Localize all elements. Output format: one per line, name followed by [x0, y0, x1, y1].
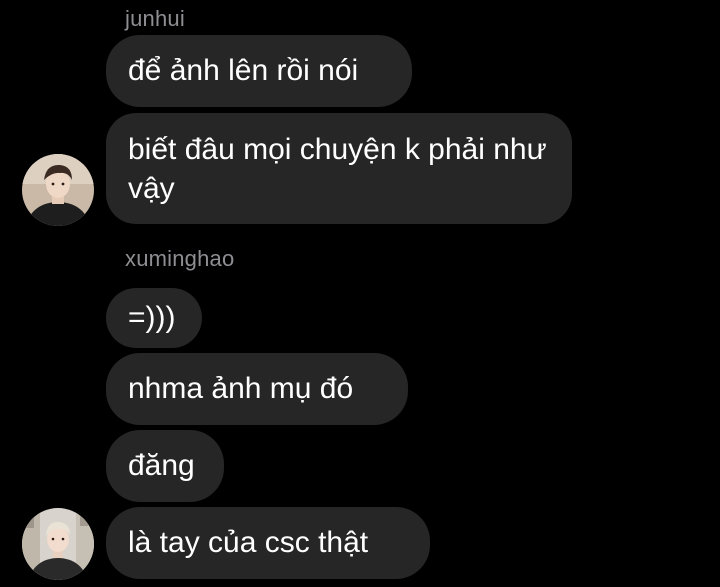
message-text: =))) [128, 301, 176, 334]
profile-photo-icon [22, 154, 94, 226]
message-bubble[interactable]: đăng [106, 430, 224, 502]
message-bubble[interactable]: biết đâu mọi chuyện k phải như vậy [106, 113, 572, 224]
message-bubble[interactable]: là tay của csc thật [106, 507, 430, 579]
chat-thread: junhui để ảnh lên rồi nói biết đâu mọi c… [0, 0, 720, 587]
message-text: nhma ảnh mụ đó [128, 372, 354, 405]
message-bubble[interactable]: nhma ảnh mụ đó [106, 353, 408, 425]
message-text: đăng [128, 449, 195, 482]
avatar-junhui[interactable] [22, 154, 94, 226]
message-bubble[interactable]: =))) [106, 288, 202, 348]
message-text: biết đâu mọi chuyện k phải như vậy [128, 133, 547, 205]
message-text: để ảnh lên rồi nói [128, 54, 359, 87]
message-bubble[interactable]: để ảnh lên rồi nói [106, 35, 412, 107]
avatar-xuminghao[interactable] [22, 508, 94, 580]
message-text: là tay của csc thật [128, 526, 369, 559]
sender-name: junhui [125, 6, 185, 31]
sender-name: xuminghao [125, 246, 235, 271]
profile-photo-icon [22, 508, 94, 580]
